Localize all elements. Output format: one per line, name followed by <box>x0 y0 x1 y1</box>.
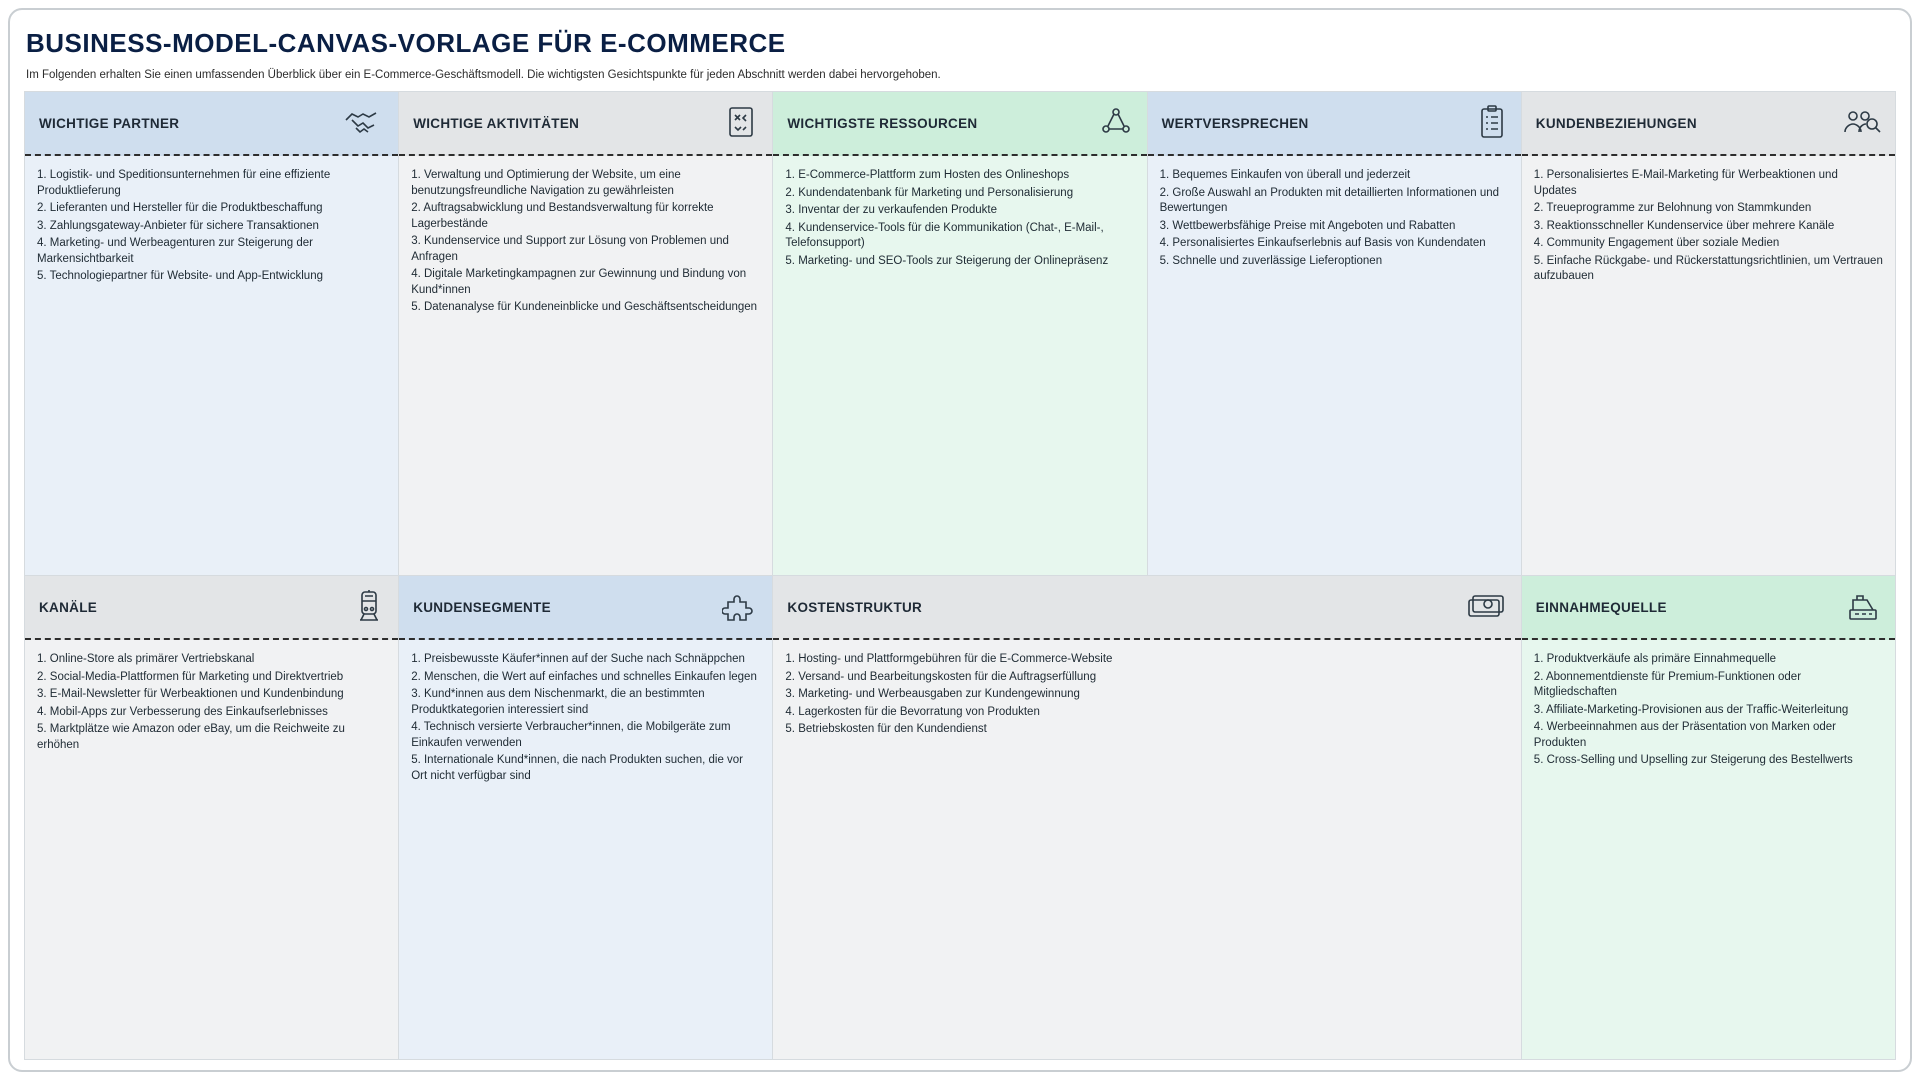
list-item: Internationale Kund*innen, die nach Prod… <box>411 753 760 784</box>
section-label: KUNDENBEZIEHUNGEN <box>1536 116 1697 131</box>
list-item: Inventar der zu verkaufenden Produkte <box>785 203 1134 219</box>
clipboard-check-icon <box>1477 104 1507 143</box>
users-search-icon <box>1841 106 1881 141</box>
list-item: Marketing- und Werbeausgaben zur Kundeng… <box>785 687 1508 703</box>
list-item: Zahlungsgateway-Anbieter für sichere Tra… <box>37 219 386 235</box>
section-relations: KUNDENBEZIEHUNGEN Personalisiertes E-Mai… <box>1522 92 1895 575</box>
list-item: Cross-Selling und Upselling zur Steigeru… <box>1534 753 1883 769</box>
list-item: Personalisiertes Einkaufserlebnis auf Ba… <box>1160 236 1509 252</box>
list-item: Logistik- und Speditionsunternehmen für … <box>37 168 386 199</box>
list-item: Technologiepartner für Website- und App-… <box>37 269 386 285</box>
list-item: Preisbewusste Käufer*innen auf der Suche… <box>411 652 760 668</box>
list-item: Bequemes Einkaufen von überall und jeder… <box>1160 168 1509 184</box>
list-item: Lieferanten und Hersteller für die Produ… <box>37 201 386 217</box>
list-item: Community Engagement über soziale Medien <box>1534 236 1883 252</box>
list-item: Kund*innen aus dem Nischenmarkt, die an … <box>411 687 760 718</box>
section-partners: WICHTIGE PARTNER Logistik- und Spedition… <box>25 92 398 575</box>
section-label: KANÄLE <box>39 600 97 615</box>
list-item: Verwaltung und Optimierung der Website, … <box>411 168 760 199</box>
section-revenue: EINNAHMEQUELLE Produktverkäufe als primä… <box>1522 576 1895 1059</box>
list-item: Social-Media-Plattformen für Marketing u… <box>37 670 386 686</box>
train-icon <box>354 588 384 627</box>
section-label: WICHTIGE AKTIVITÄTEN <box>413 116 579 131</box>
list-item: Lagerkosten für die Bevorratung von Prod… <box>785 705 1508 721</box>
section-label: KOSTENSTRUKTUR <box>787 600 922 615</box>
list-item: Kundenservice und Support zur Lösung von… <box>411 234 760 265</box>
canvas-frame: BUSINESS-MODEL-CANVAS-VORLAGE FÜR E-COMM… <box>8 8 1912 1072</box>
list-item: Wettbewerbsfähige Preise mit Angeboten u… <box>1160 219 1509 235</box>
list-item: Große Auswahl an Produkten mit detaillie… <box>1160 186 1509 217</box>
list: Personalisiertes E-Mail-Marketing für We… <box>1534 168 1883 285</box>
list-item: Einfache Rückgabe- und Rückerstattungsri… <box>1534 254 1883 285</box>
section-label: WICHTIGSTE RESSOURCEN <box>787 116 977 131</box>
money-bills-icon <box>1463 590 1507 625</box>
section-label: WICHTIGE PARTNER <box>39 116 179 131</box>
list-item: Online-Store als primärer Vertriebskanal <box>37 652 386 668</box>
list: E-Commerce-Plattform zum Hosten des Onli… <box>785 168 1134 269</box>
list-item: E-Mail-Newsletter für Werbeaktionen und … <box>37 687 386 703</box>
strategy-icon <box>724 105 758 142</box>
section-label: KUNDENSEGMENTE <box>413 600 551 615</box>
share-nodes-icon <box>1099 105 1133 142</box>
list-item: Menschen, die Wert auf einfaches und sch… <box>411 670 760 686</box>
list-item: Hosting- und Plattformgebühren für die E… <box>785 652 1508 668</box>
list-item: Werbeeinnahmen aus der Präsentation von … <box>1534 720 1883 751</box>
section-costs: KOSTENSTRUKTUR Hosting- und Plattformgeb… <box>773 576 1520 1059</box>
list-item: Personalisiertes E-Mail-Marketing für We… <box>1534 168 1883 199</box>
list-item: Kundenservice-Tools für die Kommunikatio… <box>785 221 1134 252</box>
list-item: Kundendatenbank für Marketing und Person… <box>785 186 1134 202</box>
list-item: Treueprogramme zur Belohnung von Stammku… <box>1534 201 1883 217</box>
page-subtitle: Im Folgenden erhalten Sie einen umfassen… <box>26 69 1896 81</box>
list-item: Affiliate-Marketing-Provisionen aus der … <box>1534 703 1883 719</box>
section-value: WERTVERSPRECHEN Bequemes Einkaufen von ü… <box>1148 92 1521 575</box>
handshake-icon <box>342 106 384 141</box>
list: Online-Store als primärer Vertriebskanal… <box>37 652 386 753</box>
section-label: EINNAHMEQUELLE <box>1536 600 1667 615</box>
list-item: Marktplätze wie Amazon oder eBay, um die… <box>37 722 386 753</box>
list-item: Marketing- und Werbeagenturen zur Steige… <box>37 236 386 267</box>
page-title: BUSINESS-MODEL-CANVAS-VORLAGE FÜR E-COMM… <box>26 28 1896 59</box>
list-item: Schnelle und zuverlässige Lieferoptionen <box>1160 254 1509 270</box>
section-label: WERTVERSPRECHEN <box>1162 116 1309 131</box>
section-activities: WICHTIGE AKTIVITÄTEN Verwaltung und Opti… <box>399 92 772 575</box>
business-model-canvas: WICHTIGE PARTNER Logistik- und Spedition… <box>24 91 1896 1060</box>
list: Preisbewusste Käufer*innen auf der Suche… <box>411 652 760 784</box>
section-resources: WICHTIGSTE RESSOURCEN E-Commerce-Plattfo… <box>773 92 1146 575</box>
list: Bequemes Einkaufen von überall und jeder… <box>1160 168 1509 269</box>
list-item: Datenanalyse für Kundeneinblicke und Ges… <box>411 300 760 316</box>
puzzle-icon <box>722 588 758 627</box>
list: Logistik- und Speditionsunternehmen für … <box>37 168 386 285</box>
list-item: Abonnementdienste für Premium-Funktionen… <box>1534 670 1883 701</box>
list-item: Mobil-Apps zur Verbesserung des Einkaufs… <box>37 705 386 721</box>
list-item: Auftragsabwicklung und Bestandsverwaltun… <box>411 201 760 232</box>
section-segments: KUNDENSEGMENTE Preisbewusste Käufer*inne… <box>399 576 772 1059</box>
list-item: Reaktionsschneller Kundenservice über me… <box>1534 219 1883 235</box>
list-item: Betriebskosten für den Kundendienst <box>785 722 1508 738</box>
list: Verwaltung und Optimierung der Website, … <box>411 168 760 316</box>
list-item: Versand- und Bearbeitungskosten für die … <box>785 670 1508 686</box>
section-channels: KANÄLE Online-Store als primärer Vertrie… <box>25 576 398 1059</box>
list-item: Produktverkäufe als primäre Einnahmequel… <box>1534 652 1883 668</box>
list-item: E-Commerce-Plattform zum Hosten des Onli… <box>785 168 1134 184</box>
cash-register-icon <box>1845 588 1881 627</box>
list-item: Digitale Marketingkampagnen zur Gewinnun… <box>411 267 760 298</box>
list: Hosting- und Plattformgebühren für die E… <box>785 652 1508 738</box>
list-item: Technisch versierte Verbraucher*innen, d… <box>411 720 760 751</box>
list-item: Marketing- und SEO-Tools zur Steigerung … <box>785 254 1134 270</box>
list: Produktverkäufe als primäre Einnahmequel… <box>1534 652 1883 769</box>
